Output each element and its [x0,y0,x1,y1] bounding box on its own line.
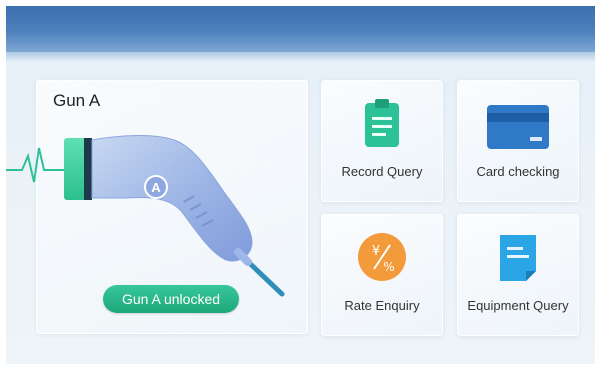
rate-icon: ¥ % [358,233,406,281]
equipment-query-label: Equipment Query [467,298,569,313]
charger-screen: Gun A A Gun A unlocked Record Query Card… [6,6,595,364]
pulse-line-icon [6,147,64,183]
rate-enquiry-tile[interactable]: ¥ % Rate Enquiry [321,214,443,336]
record-query-tile[interactable]: Record Query [321,80,443,202]
clipboard-icon [365,99,399,147]
gun-letter: A [151,180,161,195]
gun-nozzle [64,138,86,200]
gun-status-badge: Gun A unlocked [103,285,239,313]
record-query-label: Record Query [341,164,423,179]
card-checking-tile[interactable]: Card checking [457,80,579,202]
gun-body [91,135,253,262]
document-icon [500,235,536,281]
rate-enquiry-label: Rate Enquiry [344,298,420,313]
equipment-query-tile[interactable]: Equipment Query [457,214,579,336]
svg-text:¥: ¥ [372,244,380,259]
svg-text:%: % [383,260,394,274]
card-icon [487,105,549,149]
card-checking-label: Card checking [476,164,560,179]
